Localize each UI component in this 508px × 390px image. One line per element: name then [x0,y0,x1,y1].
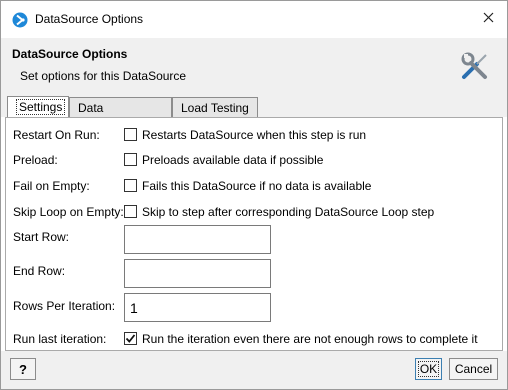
tab-load-testing-label: Load Testing [181,101,249,115]
skip-loop-on-empty-label: Skip Loop on Empty: [13,205,124,219]
fail-on-empty-label: Fail on Empty: [13,179,90,193]
fail-on-empty-description[interactable]: Fails this DataSource if no data is avai… [142,179,371,193]
rows-per-iteration-label: Rows Per Iteration: [13,299,116,313]
restart-on-run-description[interactable]: Restarts DataSource when this step is ru… [142,128,366,142]
close-button[interactable] [475,8,501,30]
ok-button-label: OK [417,361,440,377]
close-icon [483,12,494,26]
window-title: DataSource Options [35,12,144,26]
header-subtitle: Set options for this DataSource [20,69,187,83]
tab-data-processing[interactable]: Data Processing [69,97,172,129]
dialog-footer: ? OK Cancel [1,351,507,389]
tab-strip: Settings Data Processing Load Testing [1,92,507,129]
checkmark-icon [125,334,136,343]
preload-description[interactable]: Preloads available data if possible [142,153,323,167]
ok-button[interactable]: OK [415,358,442,380]
run-last-iteration-label: Run last iteration: [13,332,107,346]
fail-on-empty-checkbox[interactable] [124,179,137,192]
help-button-label: ? [19,361,27,377]
rows-per-iteration-input[interactable] [124,293,271,322]
header-title: DataSource Options [12,47,128,61]
cancel-button[interactable]: Cancel [449,358,498,380]
readyapi-logo-icon [12,12,28,28]
title-bar[interactable]: DataSource Options [1,1,507,38]
dialog-window: DataSource Options DataSource Options Se… [0,0,508,390]
dialog-header: DataSource Options Set options for this … [1,38,507,92]
restart-on-run-checkbox[interactable] [124,128,137,141]
run-last-iteration-description[interactable]: Run the iteration even there are not eno… [142,332,478,346]
end-row-input[interactable] [124,259,271,288]
end-row-label: End Row: [13,264,66,278]
skip-loop-on-empty-description[interactable]: Skip to step after corresponding DataSou… [142,205,434,219]
help-button[interactable]: ? [10,358,36,380]
run-last-iteration-checkbox[interactable] [124,332,137,345]
start-row-label: Start Row: [13,230,70,244]
tools-icon [459,50,491,82]
cancel-button-label: Cancel [454,362,493,376]
preload-checkbox[interactable] [124,153,137,166]
tab-settings[interactable]: Settings [7,96,69,117]
tab-settings-label: Settings [16,99,66,115]
settings-panel: Restart On Run: Restarts DataSource when… [5,117,503,351]
restart-on-run-label: Restart On Run: [13,128,100,142]
preload-label: Preload: [13,153,58,167]
tab-load-testing[interactable]: Load Testing [172,97,258,117]
skip-loop-on-empty-checkbox[interactable] [124,205,137,218]
start-row-input[interactable] [124,225,271,254]
